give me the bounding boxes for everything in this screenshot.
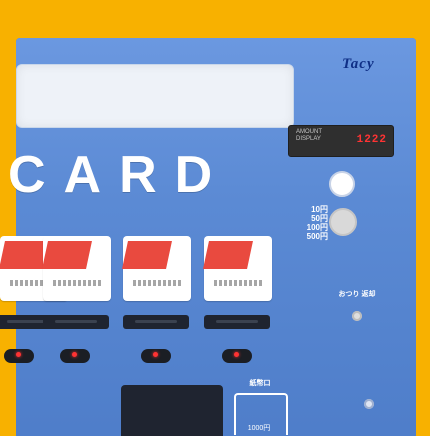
brand-logo: Tacy: [342, 56, 375, 72]
change-return-label: おつり 返却: [338, 291, 376, 298]
select-button-3[interactable]: [141, 349, 171, 363]
ticket-red-patch: [122, 241, 172, 269]
ticket-text-lines: [53, 280, 103, 286]
ticket-text-lines: [214, 280, 264, 286]
card-icon: [329, 171, 355, 197]
button-led: [153, 352, 158, 357]
button-led: [234, 352, 239, 357]
coin-500: 500円: [306, 232, 328, 241]
display-value: 1222: [356, 134, 387, 146]
coin-10: 10円: [311, 205, 328, 214]
coin-100: 100円: [306, 223, 328, 232]
change-return-switch[interactable]: [352, 311, 362, 321]
card-display-window: [16, 64, 294, 128]
bill-slot[interactable]: [121, 385, 223, 436]
amount-display: AMOUNT DISPLAY 1222: [288, 125, 394, 157]
ticket-slot-4[interactable]: [204, 315, 270, 329]
select-button-2[interactable]: [60, 349, 90, 363]
ticket-text-lines: [133, 280, 183, 286]
select-button-1[interactable]: [4, 349, 34, 363]
ticket-card-4[interactable]: [203, 236, 272, 301]
bill-slot-label: 紙幣口: [249, 380, 271, 387]
ticket-slot-3[interactable]: [123, 315, 189, 329]
ticket-red-patch: [42, 241, 92, 269]
coin-slot-icon[interactable]: [329, 208, 357, 236]
bill-amount-label: 1000円: [247, 425, 271, 432]
button-led: [16, 352, 21, 357]
ticket-red-patch: [0, 241, 49, 269]
card-label: CARD: [8, 146, 231, 204]
panel-screw-icon: [364, 399, 374, 409]
vending-machine-scene: Tacy CARD AMOUNT DISPLAY 1222 10円 50円 10…: [0, 0, 430, 436]
ticket-card-2[interactable]: [42, 236, 111, 301]
display-label: AMOUNT DISPLAY: [296, 129, 322, 142]
ticket-red-patch: [203, 241, 253, 269]
coin-50: 50円: [311, 214, 328, 223]
ticket-card-3[interactable]: [122, 236, 191, 301]
coin-denominations: 10円 50円 100円 500円: [288, 205, 328, 243]
button-led: [72, 352, 77, 357]
ticket-slot-2[interactable]: [43, 315, 109, 329]
select-button-4[interactable]: [222, 349, 252, 363]
